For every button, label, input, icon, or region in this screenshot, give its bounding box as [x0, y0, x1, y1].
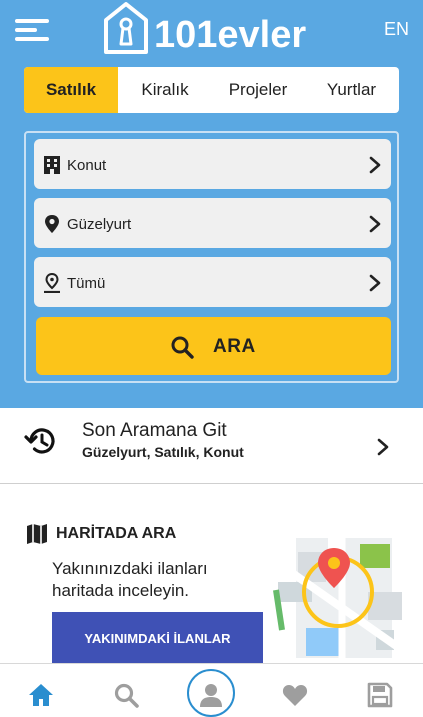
nav-favorites[interactable]	[265, 664, 325, 717]
last-search-subtitle: Güzelyurt, Satılık, Konut	[82, 444, 244, 460]
bottom-navigation	[0, 663, 423, 717]
search-icon	[171, 336, 194, 359]
last-search-title: Son Aramana Git	[82, 420, 227, 441]
hero-section: 101evler EN Satılık Kiralık Projeler Yur…	[0, 0, 423, 408]
search-button-label: ARA	[213, 336, 256, 357]
search-panel: Konut Güzelyurt Tümü ARA	[24, 131, 399, 383]
chevron-right-icon	[369, 156, 381, 174]
search-icon	[114, 683, 139, 708]
logo-text: 101evler	[154, 14, 306, 56]
app-root: 101evler EN Satılık Kiralık Projeler Yur…	[0, 0, 423, 717]
nav-search[interactable]	[96, 664, 156, 717]
language-toggle[interactable]: EN	[384, 19, 409, 40]
nav-home[interactable]	[11, 664, 71, 717]
chevron-right-icon	[369, 274, 381, 292]
nav-profile[interactable]	[181, 664, 241, 717]
heart-icon	[282, 685, 308, 706]
location-label: Güzelyurt	[67, 216, 132, 233]
map-illustration	[273, 530, 408, 663]
nearby-listings-button[interactable]: YAKINIMDAKİ İLANLAR	[52, 612, 263, 663]
last-search-row[interactable]: Son Aramana Git Güzelyurt, Satılık, Konu…	[0, 408, 423, 484]
tab-satilik[interactable]: Satılık	[24, 67, 118, 113]
profile-icon	[200, 684, 222, 707]
chevron-right-icon	[377, 438, 389, 456]
hamburger-line	[15, 37, 49, 41]
area-select[interactable]: Tümü	[34, 257, 391, 307]
tab-projeler[interactable]: Projeler	[212, 67, 304, 113]
map-search-section: HARİTADA ARA Yakınınızdaki ilanları hari…	[0, 485, 423, 663]
nav-saved[interactable]	[350, 664, 410, 717]
tab-yurtlar[interactable]: Yurtlar	[304, 67, 399, 113]
listing-type-tabs: Satılık Kiralık Projeler Yurtlar	[24, 67, 399, 113]
home-icon	[29, 684, 53, 706]
chevron-right-icon	[369, 215, 381, 233]
location-select[interactable]: Güzelyurt	[34, 198, 391, 248]
hamburger-line	[15, 28, 37, 32]
save-icon	[367, 682, 393, 708]
property-type-select[interactable]: Konut	[34, 139, 391, 189]
tab-kiralik[interactable]: Kiralık	[118, 67, 212, 113]
search-button[interactable]: ARA	[36, 317, 391, 375]
logo: 101evler	[104, 2, 306, 56]
menu-button[interactable]	[15, 19, 49, 41]
map-section-description: Yakınınızdaki ilanları haritada inceleyi…	[52, 559, 208, 600]
property-type-label: Konut	[67, 157, 107, 174]
area-pin-icon	[44, 273, 60, 293]
area-label: Tümü	[67, 275, 106, 292]
location-pin-icon	[45, 215, 59, 233]
map-icon	[27, 524, 47, 544]
map-section-title: HARİTADA ARA	[56, 525, 177, 542]
history-icon	[24, 428, 55, 454]
hamburger-line	[15, 19, 49, 23]
building-icon	[44, 156, 60, 174]
